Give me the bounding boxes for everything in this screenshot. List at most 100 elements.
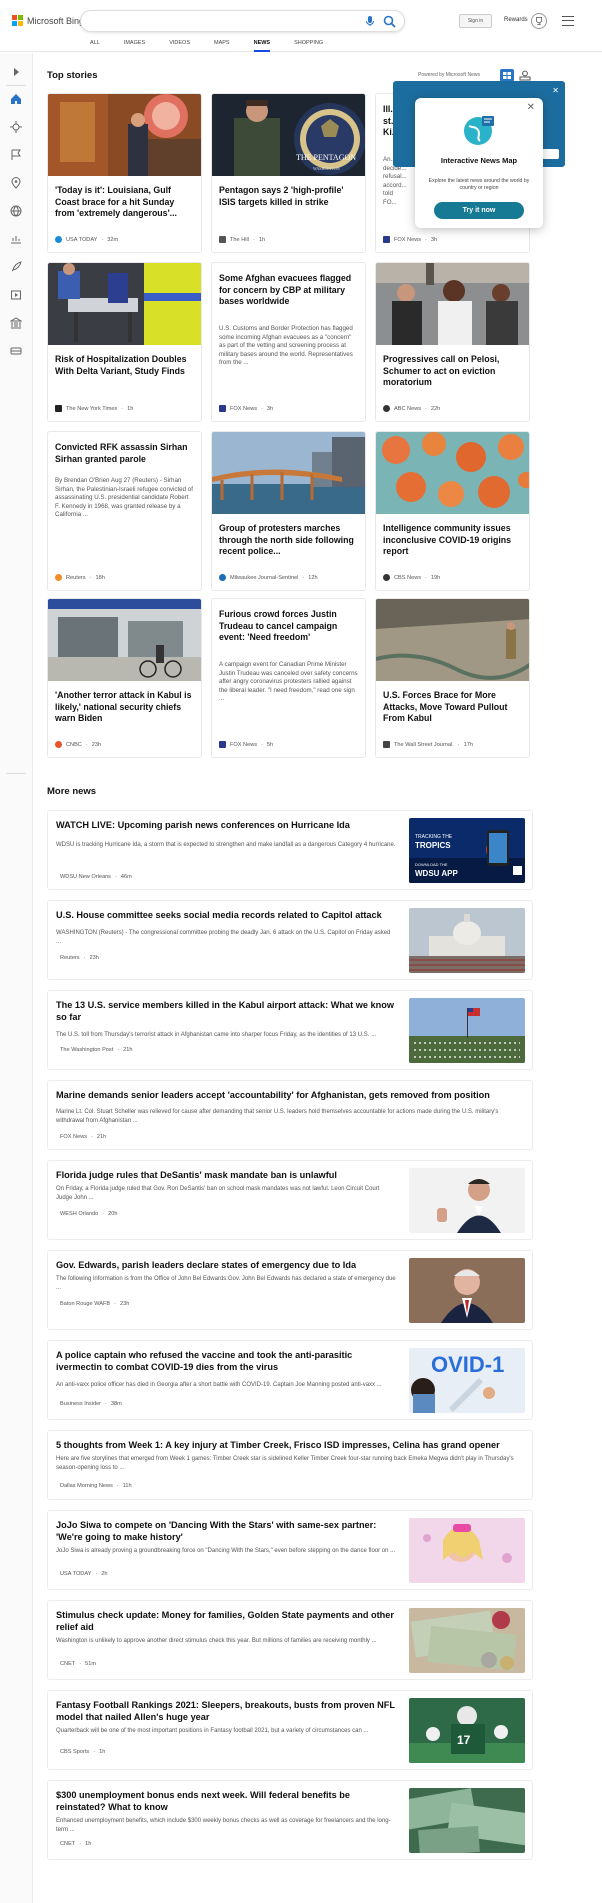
news-title[interactable]: Florida judge rules that DeSantis' mask … xyxy=(56,1169,396,1181)
story-source[interactable]: CBS News · 19h xyxy=(383,574,440,581)
story-source[interactable]: Reuters · 18h xyxy=(55,574,105,581)
news-source[interactable]: Baton Rouge WAFB · 23h xyxy=(56,1301,129,1307)
rocket-icon[interactable] xyxy=(10,261,22,273)
tab-news[interactable]: NEWS xyxy=(253,40,271,52)
story-card[interactable]: 'Another terror attack in Kabul is likel… xyxy=(47,598,202,758)
try-it-now-button[interactable]: Try it now xyxy=(434,202,524,219)
bing-logo[interactable]: Microsoft Bing xyxy=(12,15,84,26)
news-item[interactable]: U.S. House committee seeks social media … xyxy=(47,900,533,980)
story-card[interactable]: Furious crowd forces Justin Trudeau to c… xyxy=(211,598,366,758)
news-source[interactable]: CNET · 51m xyxy=(56,1661,96,1667)
news-title[interactable]: Marine demands senior leaders accept 'ac… xyxy=(56,1089,516,1101)
story-card[interactable]: Convicted RFK assassin Sirhan Sirhan gra… xyxy=(47,431,202,591)
news-source[interactable]: FOX News · 21h xyxy=(56,1134,106,1140)
news-item[interactable]: 5 thoughts from Week 1: A key injury at … xyxy=(47,1430,533,1500)
story-title[interactable]: Pentagon says 2 'high-profile' ISIS targ… xyxy=(219,185,359,208)
story-source[interactable]: ABC News · 22h xyxy=(383,405,440,412)
microphone-icon[interactable] xyxy=(364,15,376,27)
news-title[interactable]: $300 unemployment bonus ends next week. … xyxy=(56,1789,396,1813)
news-source[interactable]: WESH Orlando · 20h xyxy=(56,1211,117,1217)
story-source[interactable]: The New York Times · 1h xyxy=(55,405,133,412)
news-title[interactable]: WATCH LIVE: Upcoming parish news confere… xyxy=(56,819,396,831)
news-source[interactable]: Dallas Morning News · 11h xyxy=(56,1483,132,1489)
tab-videos[interactable]: VIDEOS xyxy=(169,40,190,52)
government-icon[interactable] xyxy=(10,317,22,329)
news-source[interactable]: WDSU New Orleans · 46m xyxy=(56,874,132,880)
news-item[interactable]: The 13 U.S. service members killed in th… xyxy=(47,990,533,1070)
tab-maps[interactable]: MAPS xyxy=(214,40,230,52)
globe-icon[interactable] xyxy=(10,205,22,217)
news-title[interactable]: JoJo Siwa to compete on 'Dancing With th… xyxy=(56,1519,396,1543)
story-title[interactable]: Progressives call on Pelosi, Schumer to … xyxy=(383,354,523,389)
story-source[interactable]: The Hill · 1h xyxy=(219,236,265,243)
news-source[interactable]: The Washington Post · 21h xyxy=(56,1047,133,1053)
news-title[interactable]: A police captain who refused the vaccine… xyxy=(56,1349,396,1373)
story-title[interactable]: Convicted RFK assassin Sirhan Sirhan gra… xyxy=(55,442,195,465)
story-source[interactable]: FOX News · 3h xyxy=(383,236,437,243)
story-card[interactable]: Risk of Hospitalization Doubles With Del… xyxy=(47,262,202,422)
menu-icon[interactable] xyxy=(562,16,574,26)
expand-arrow-icon[interactable] xyxy=(10,66,22,78)
story-title[interactable]: Intelligence community issues inconclusi… xyxy=(383,523,523,558)
story-source[interactable]: CNBC · 23h xyxy=(55,741,101,748)
story-card[interactable]: Group of protesters marches through the … xyxy=(211,431,366,591)
story-source[interactable]: Milwaukee Journal-Sentinel · 12h xyxy=(219,574,318,581)
news-item[interactable]: JoJo Siwa to compete on 'Dancing With th… xyxy=(47,1510,533,1590)
news-source[interactable]: Reuters · 23h xyxy=(56,955,99,961)
story-source[interactable]: USA TODAY · 32m xyxy=(55,236,118,243)
news-title[interactable]: The 13 U.S. service members killed in th… xyxy=(56,999,396,1023)
story-card[interactable]: Progressives call on Pelosi, Schumer to … xyxy=(375,262,530,422)
story-card[interactable]: Intelligence community issues inconclusi… xyxy=(375,431,530,591)
news-item[interactable]: A police captain who refused the vaccine… xyxy=(47,1340,533,1420)
story-card[interactable]: Some Afghan evacuees flagged for concern… xyxy=(211,262,366,422)
story-title[interactable]: Risk of Hospitalization Doubles With Del… xyxy=(55,354,195,377)
entertainment-icon[interactable] xyxy=(10,289,22,301)
rewards-trophy-icon[interactable] xyxy=(531,13,547,29)
news-item[interactable]: Gov. Edwards, parish leaders declare sta… xyxy=(47,1250,533,1330)
sign-in-button[interactable]: Sign in xyxy=(459,14,492,28)
popup-close-icon[interactable]: ✕ xyxy=(527,102,535,113)
separator: · xyxy=(114,1301,117,1307)
news-item[interactable]: WATCH LIVE: Upcoming parish news confere… xyxy=(47,810,533,890)
news-title[interactable]: Fantasy Football Rankings 2021: Sleepers… xyxy=(56,1699,396,1723)
location-icon[interactable] xyxy=(10,177,22,189)
story-title[interactable]: Group of protesters marches through the … xyxy=(219,523,359,558)
story-title[interactable]: 'Today is it': Louisiana, Gulf Coast bra… xyxy=(55,185,195,220)
sports-icon[interactable] xyxy=(10,345,22,357)
news-source[interactable]: CBS Sports · 1h xyxy=(56,1749,105,1755)
news-item[interactable]: Florida judge rules that DeSantis' mask … xyxy=(47,1160,533,1240)
tab-all[interactable]: ALL xyxy=(90,40,100,52)
story-title[interactable]: Furious crowd forces Justin Trudeau to c… xyxy=(219,609,359,644)
covid-icon[interactable] xyxy=(10,121,22,133)
story-card[interactable]: THE PENTAGON WASHINGTON Pentagon says 2 … xyxy=(211,93,366,253)
news-item[interactable]: $300 unemployment bonus ends next week. … xyxy=(47,1780,533,1860)
news-item[interactable]: Fantasy Football Rankings 2021: Sleepers… xyxy=(47,1690,533,1770)
story-card[interactable]: 'Today is it': Louisiana, Gulf Coast bra… xyxy=(47,93,202,253)
news-time: 23h xyxy=(89,955,99,961)
story-card[interactable]: U.S. Forces Brace for More Attacks, Move… xyxy=(375,598,530,758)
news-title[interactable]: Stimulus check update: Money for familie… xyxy=(56,1609,396,1633)
news-title[interactable]: 5 thoughts from Week 1: A key injury at … xyxy=(56,1439,516,1451)
news-source[interactable]: Business Insider · 38m xyxy=(56,1401,122,1407)
story-source[interactable]: FOX News · 3h xyxy=(219,405,273,412)
news-title[interactable]: U.S. House committee seeks social media … xyxy=(56,909,396,921)
search-input[interactable] xyxy=(80,10,405,32)
tab-shopping[interactable]: SHOPPING xyxy=(294,40,323,52)
rewards-label[interactable]: Rewards xyxy=(504,17,528,23)
story-source[interactable]: FOX News · 5h xyxy=(219,741,273,748)
news-item[interactable]: Marine demands senior leaders accept 'ac… xyxy=(47,1080,533,1150)
news-item[interactable]: Stimulus check update: Money for familie… xyxy=(47,1600,533,1680)
money-icon[interactable] xyxy=(10,233,22,245)
story-title[interactable]: U.S. Forces Brace for More Attacks, Move… xyxy=(383,690,523,725)
story-source[interactable]: The Wall Street Journal. · 17h xyxy=(383,741,473,748)
home-icon[interactable] xyxy=(10,93,22,105)
banner-close-icon[interactable]: ✕ xyxy=(552,86,559,95)
flag-icon[interactable] xyxy=(10,149,22,161)
story-title[interactable]: 'Another terror attack in Kabul is likel… xyxy=(55,690,195,725)
story-title[interactable]: Some Afghan evacuees flagged for concern… xyxy=(219,273,359,308)
news-title[interactable]: Gov. Edwards, parish leaders declare sta… xyxy=(56,1259,396,1271)
news-source[interactable]: USA TODAY · 2h xyxy=(56,1571,108,1577)
tab-images[interactable]: IMAGES xyxy=(124,40,145,52)
news-source[interactable]: CNET · 1h xyxy=(56,1841,91,1847)
search-icon[interactable] xyxy=(383,15,396,28)
